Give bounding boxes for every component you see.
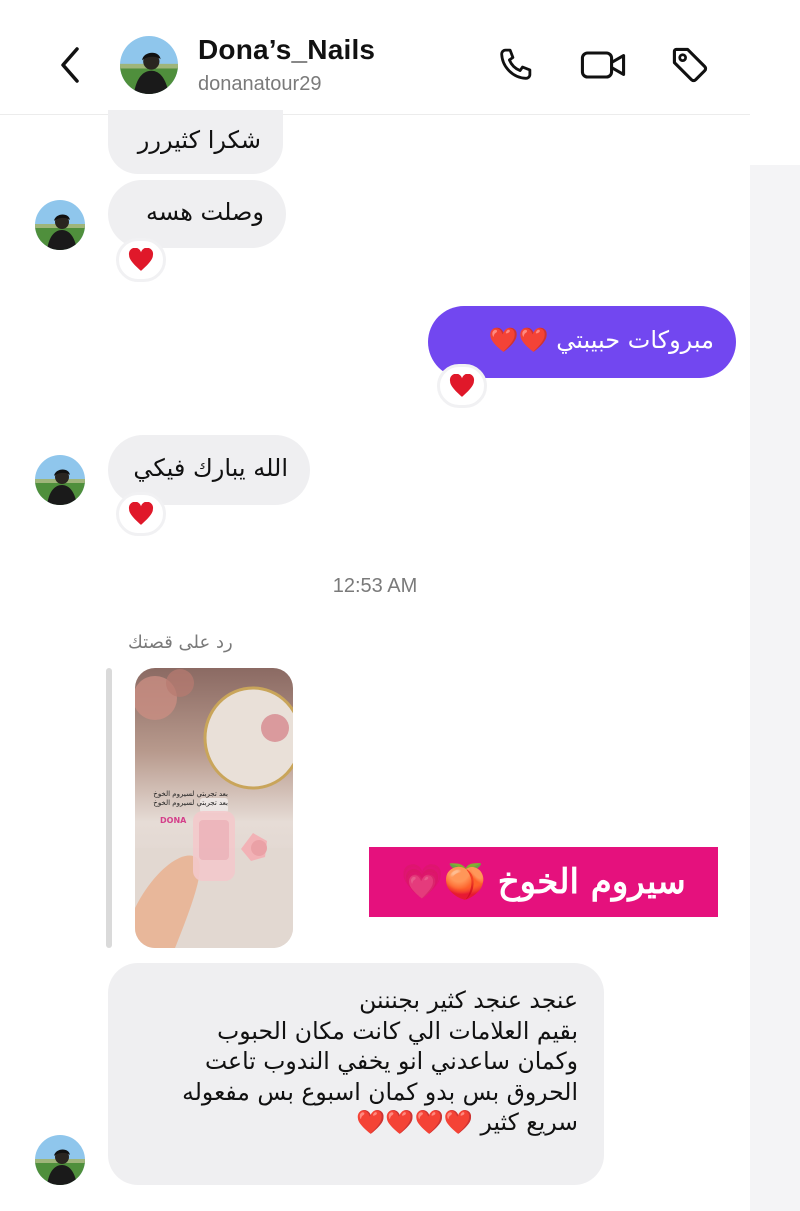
phone-icon[interactable] <box>490 40 540 90</box>
message-line: عنجد عنجد كثير بجنننن <box>359 986 578 1014</box>
message-line: الحروق بس بدو كمان اسبوع بس مفعوله <box>182 1077 578 1106</box>
heart-reaction-icon[interactable] <box>116 492 166 536</box>
sticker-text: سيروم الخوخ 🍑💗 <box>401 862 686 902</box>
message-text: وصلت هسه <box>145 198 264 226</box>
message-text: مبروكات حبيبتي ❤️❤️ <box>488 326 714 354</box>
video-camera-icon[interactable] <box>578 40 628 90</box>
contact-username: donanatour29 <box>198 73 322 95</box>
message-line: سريع كثير ❤️❤️❤️❤️ <box>355 1108 578 1136</box>
avatar[interactable] <box>120 36 178 94</box>
heart-reaction-icon[interactable] <box>116 238 166 282</box>
avatar[interactable] <box>35 1135 85 1185</box>
message-text: شكرا كثيررر <box>137 126 261 154</box>
avatar[interactable] <box>35 455 85 505</box>
message-line: بقيم العلامات الي كانت مكان الحبوب <box>217 1016 578 1045</box>
message-line: وكمان ساعدني انو يخفي الندوب تاعت <box>204 1047 578 1075</box>
avatar[interactable] <box>35 200 85 250</box>
timestamp: 12:53 AM <box>332 575 418 597</box>
story-sticker: سيروم الخوخ 🍑💗 <box>369 847 718 917</box>
message-bubble[interactable]: شكرا كثيررر <box>108 110 283 174</box>
story-caption: بعد تجربتي لسيروم الخوخ بعد تجربتي لسيرو… <box>153 790 228 807</box>
reply-bar <box>106 668 112 948</box>
heart-reaction-icon[interactable] <box>437 364 487 408</box>
contact-name[interactable]: Dona’s_Nails <box>198 34 375 66</box>
story-reply-label: رد على قصتك <box>128 632 233 653</box>
story-brand: DONA <box>160 816 187 825</box>
chevron-left-icon[interactable] <box>50 40 90 90</box>
tag-icon[interactable] <box>665 40 715 90</box>
side-strip <box>750 0 800 1211</box>
story-thumbnail[interactable] <box>135 668 293 948</box>
message-text: الله يبارك فيكي <box>133 454 288 482</box>
chat-header: Dona’s_Nails donanatour29 <box>0 0 750 115</box>
message-bubble[interactable]: عنجد عنجد كثير بجنننن بقيم العلامات الي … <box>108 963 604 1185</box>
